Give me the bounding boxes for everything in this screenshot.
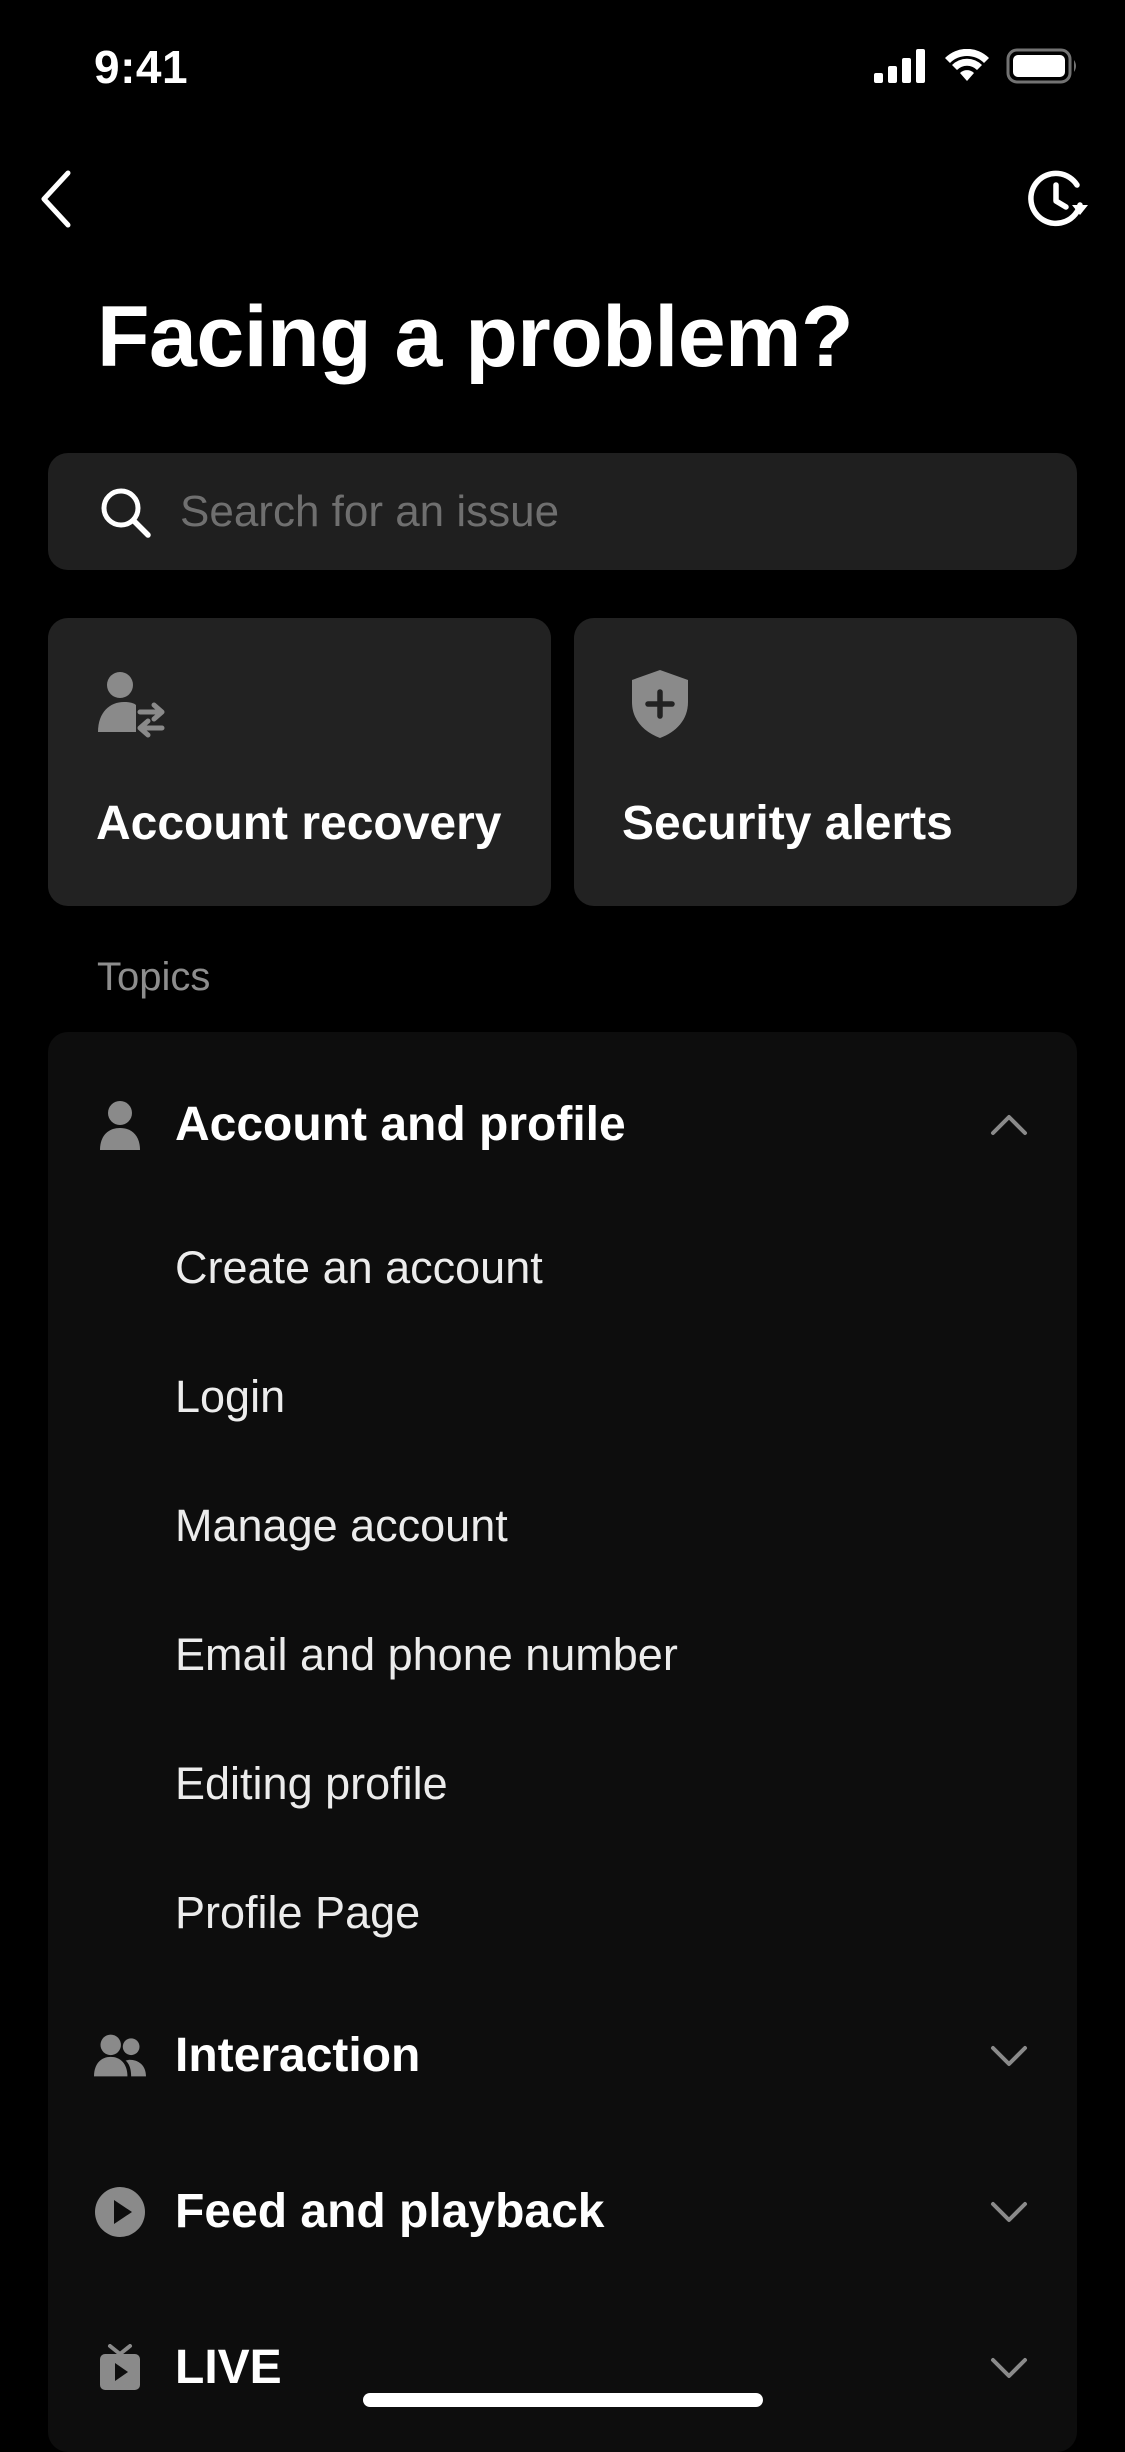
tv-icon <box>94 2342 146 2394</box>
user-switch-icon <box>96 668 168 740</box>
history-button[interactable] <box>1019 164 1095 240</box>
topic-interaction[interactable]: Interaction <box>48 1996 1077 2116</box>
status-bar: 9:41 <box>0 0 1125 135</box>
security-alerts-card[interactable]: Security alerts <box>574 618 1077 906</box>
security-alerts-label: Security alerts <box>622 797 953 850</box>
subtopic-login[interactable]: Login <box>175 1362 1035 1432</box>
subtopic-email-and-phone-number[interactable]: Email and phone number <box>175 1620 1035 1690</box>
subtopic-profile-page[interactable]: Profile Page <box>175 1878 1035 1948</box>
chevron-down-icon[interactable] <box>987 2034 1031 2078</box>
back-button[interactable] <box>28 166 84 236</box>
topic-live[interactable]: LIVE <box>48 2308 1077 2428</box>
topic-label: Interaction <box>175 2029 421 2082</box>
subtopic-editing-profile[interactable]: Editing profile <box>175 1749 1035 1819</box>
history-clock-icon <box>1022 165 1092 240</box>
topic-label: Account and profile <box>175 1098 626 1151</box>
search-bar[interactable] <box>48 453 1077 570</box>
battery-icon <box>1006 48 1080 89</box>
chevron-down-icon[interactable] <box>987 2190 1031 2234</box>
shield-plus-icon <box>624 668 696 740</box>
topic-label: LIVE <box>175 2341 282 2394</box>
account-recovery-label: Account recovery <box>96 797 502 850</box>
chevron-down-icon[interactable] <box>987 2346 1031 2390</box>
topic-account-and-profile[interactable]: Account and profile <box>48 1065 1077 1185</box>
topic-feed-and-playback[interactable]: Feed and playback <box>48 2152 1077 2272</box>
person-icon <box>94 1099 146 1151</box>
topic-label: Feed and playback <box>175 2185 605 2238</box>
topics-panel: Account and profile Create an account Lo… <box>48 1032 1077 2452</box>
subtopic-manage-account[interactable]: Manage account <box>175 1491 1035 1561</box>
play-circle-icon <box>94 2186 146 2238</box>
wifi-icon <box>944 48 990 88</box>
home-indicator[interactable] <box>363 2393 763 2407</box>
people-icon <box>94 2030 146 2082</box>
cellular-signal-icon <box>874 49 928 88</box>
topics-section-label: Topics <box>97 955 211 999</box>
subtopic-create-an-account[interactable]: Create an account <box>175 1233 1035 1303</box>
status-icons <box>874 48 1080 89</box>
chevron-left-icon <box>36 169 76 234</box>
page-title: Facing a problem? <box>97 289 854 385</box>
search-icon <box>98 485 152 539</box>
chevron-up-icon[interactable] <box>987 1103 1031 1147</box>
search-input[interactable] <box>180 486 1040 537</box>
nav-bar <box>0 150 1125 250</box>
status-time: 9:41 <box>94 41 189 93</box>
account-recovery-card[interactable]: Account recovery <box>48 618 551 906</box>
